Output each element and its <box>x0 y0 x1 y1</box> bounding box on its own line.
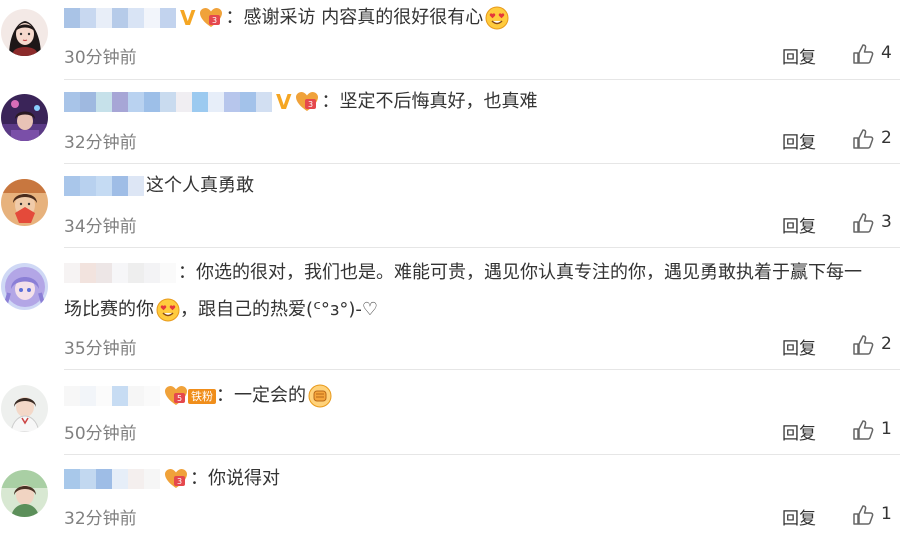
username-redacted[interactable] <box>64 8 176 28</box>
divider <box>64 454 900 455</box>
comment-content: V 3 ：感谢采访 内容真的很好很有心 <box>64 6 509 30</box>
reply-button[interactable]: 回复 <box>782 128 816 153</box>
fan-level-icon: 3 <box>199 7 223 29</box>
like-count: 1 <box>881 419 892 439</box>
like-count: 2 <box>881 128 892 148</box>
comment-content: 5 铁粉 ：一定会的 <box>64 384 332 408</box>
reply-button[interactable]: 回复 <box>782 504 816 529</box>
fan-level-icon: 3 <box>164 468 188 490</box>
svg-text:3: 3 <box>308 100 313 109</box>
comment-text: ：一定会的 <box>216 385 306 406</box>
fan-badge: 铁粉 <box>188 388 216 404</box>
comment-time: 30分钟前 <box>64 48 137 68</box>
reply-button[interactable]: 回复 <box>782 43 816 68</box>
comment-time: 32分钟前 <box>64 133 137 153</box>
comment-content: ：你选的很对，我们也是。难能可贵，遇见你认真专注的你，遇见勇敢执着于赢下每一 <box>64 263 862 283</box>
like-count: 4 <box>881 43 892 63</box>
divider <box>64 163 900 164</box>
comment-content: V 3 ：坚定不后悔真好，也真难 <box>64 91 537 113</box>
like-count: 2 <box>881 334 892 354</box>
comment-text: ：感谢采访 内容真的很好很有心 <box>225 7 484 28</box>
comment-time: 35分钟前 <box>64 339 137 359</box>
username-redacted[interactable] <box>64 386 160 406</box>
avatar[interactable] <box>1 263 48 310</box>
comment-content: 3 ：你说得对 <box>64 468 280 490</box>
thumbs-up-icon[interactable] <box>852 504 874 526</box>
heart-eyes-emoji-icon <box>156 298 180 322</box>
like-count: 3 <box>881 212 892 232</box>
fist-emoji-icon <box>308 384 332 408</box>
avatar[interactable] <box>1 179 48 226</box>
thumbs-up-icon[interactable] <box>852 419 874 441</box>
thumbs-up-icon[interactable] <box>852 334 874 356</box>
avatar[interactable] <box>1 470 48 517</box>
fan-level-icon: 3 <box>295 91 319 113</box>
reply-button[interactable]: 回复 <box>782 212 816 237</box>
thumbs-up-icon[interactable] <box>852 128 874 150</box>
divider <box>64 247 900 248</box>
comment-text-continued: 场比赛的你 <box>64 299 154 320</box>
comment-time: 50分钟前 <box>64 424 137 444</box>
username-redacted[interactable] <box>64 469 160 489</box>
reply-button[interactable]: 回复 <box>782 419 816 444</box>
comment-time: 34分钟前 <box>64 217 137 237</box>
username-redacted[interactable] <box>64 92 272 112</box>
verified-v-icon: V <box>276 90 292 114</box>
comment-text: ：你说得对 <box>190 468 280 489</box>
svg-text:3: 3 <box>177 477 182 486</box>
comment-time: 32分钟前 <box>64 509 137 529</box>
reply-button[interactable]: 回复 <box>782 334 816 359</box>
comment-text: 这个人真勇敢 <box>146 175 254 196</box>
verified-v-icon: V <box>180 6 196 30</box>
username-redacted[interactable] <box>64 176 144 196</box>
comment-text-tail: ，跟自己的热爱(ᑦ°з°)-♡ <box>180 299 379 320</box>
svg-text:5: 5 <box>177 394 182 403</box>
avatar[interactable] <box>1 385 48 432</box>
thumbs-up-icon[interactable] <box>852 43 874 65</box>
username-redacted[interactable] <box>64 263 176 283</box>
divider <box>64 369 900 370</box>
avatar[interactable] <box>1 9 48 56</box>
fan-level-icon: 5 <box>164 385 188 407</box>
like-count: 1 <box>881 504 892 524</box>
comment-content: 这个人真勇敢 <box>64 176 254 196</box>
comment-text: ：坚定不后悔真好，也真难 <box>321 91 538 112</box>
divider <box>64 79 900 80</box>
avatar[interactable] <box>1 94 48 141</box>
comment-content-line-2: 场比赛的你 ，跟自己的热爱(ᑦ°з°)-♡ <box>64 298 378 322</box>
svg-text:3: 3 <box>212 16 217 25</box>
comment-text: ：你选的很对，我们也是。难能可贵，遇见你认真专注的你，遇见勇敢执着于赢下每一 <box>178 262 862 283</box>
thumbs-up-icon[interactable] <box>852 212 874 234</box>
heart-eyes-emoji-icon <box>485 6 509 30</box>
